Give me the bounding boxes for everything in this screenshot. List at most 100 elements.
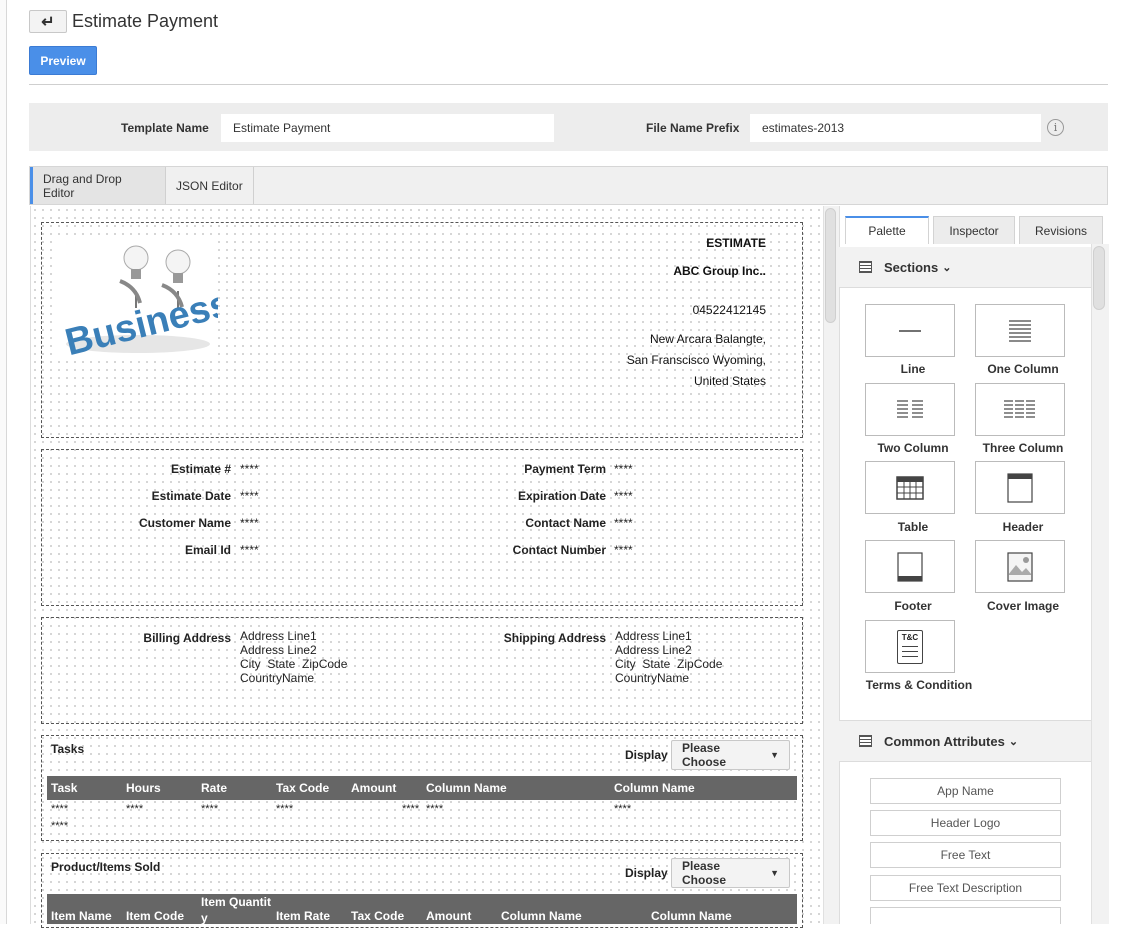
chevron-down-icon: ⌄ <box>1008 735 1019 748</box>
field-label: Email Id <box>184 543 231 557</box>
palette-scrollbar-thumb[interactable] <box>1093 246 1105 310</box>
tile-label: Terms & Condition <box>865 678 973 692</box>
preview-button[interactable]: Preview <box>29 46 97 75</box>
display-label: Display <box>625 866 668 880</box>
info-icon[interactable]: i <box>1047 119 1064 136</box>
table-cell: **** <box>426 803 444 815</box>
three-column-icon <box>1004 399 1035 418</box>
editor-scrollbar-thumb[interactable] <box>825 208 836 323</box>
table-cell: **** <box>276 803 294 815</box>
two-column-tile[interactable] <box>865 383 955 436</box>
sections-icon <box>859 261 872 273</box>
common-attributes-icon <box>859 735 872 747</box>
attribute-free-text-description[interactable]: Free Text Description <box>870 875 1061 901</box>
cover-image-icon <box>1007 551 1033 582</box>
table-cell: **** <box>126 803 144 815</box>
shipping-address: Address Line1 Address Line2 City State Zip… <box>615 629 723 685</box>
attribute-more[interactable] <box>870 907 1061 924</box>
tab-json-editor[interactable]: JSON Editor <box>166 167 254 204</box>
footer-icon <box>897 551 923 582</box>
field-value: **** <box>240 543 259 557</box>
palette-scrollbar[interactable] <box>1091 244 1109 924</box>
terms-condition-tile[interactable]: T&C <box>865 620 955 673</box>
two-column-icon <box>897 399 923 418</box>
caret-down-icon: ▼ <box>770 868 779 878</box>
field-value: **** <box>240 462 259 476</box>
header-tile[interactable] <box>975 461 1065 514</box>
tile-label: Header <box>1002 520 1044 534</box>
tab-drag-drop-editor[interactable]: Drag and Drop Editor <box>30 167 166 204</box>
common-attributes-header[interactable]: Common Attributes ⌄ <box>839 720 1091 762</box>
template-name-input[interactable]: Estimate Payment <box>221 114 554 142</box>
column-header: Column Name <box>614 781 695 795</box>
column-header: Column Name <box>426 781 507 795</box>
tab-inspector[interactable]: Inspector <box>933 216 1015 244</box>
footer-tile[interactable] <box>865 540 955 593</box>
arrow-left-icon: ↵ <box>41 13 55 31</box>
field-value: **** <box>614 543 633 557</box>
estimate-heading: ESTIMATE <box>706 236 766 250</box>
column-header: Item Code <box>126 909 185 923</box>
company-address-line-1: New Arcara Balangte, <box>649 332 766 346</box>
company-address-line-2: San Franscisco Wyoming, <box>626 353 766 367</box>
caret-down-icon: ▼ <box>770 750 779 760</box>
tile-label: Cover Image <box>986 599 1060 613</box>
column-header: Item Rate <box>276 909 331 923</box>
table-cell: **** <box>51 803 69 815</box>
table-cell: **** <box>51 820 69 832</box>
billing-address-label: Billing Address <box>143 631 231 645</box>
field-value: **** <box>240 516 259 530</box>
column-header: Task <box>51 781 78 795</box>
attribute-header-logo[interactable]: Header Logo <box>870 810 1061 836</box>
back-button[interactable]: ↵ <box>29 10 67 33</box>
business-logo-image: Business <box>58 236 218 361</box>
line-icon <box>899 329 921 332</box>
column-header: Column Name <box>651 909 732 923</box>
column-header: Tax Code <box>351 909 405 923</box>
company-phone: 04522412145 <box>692 303 766 317</box>
field-label: Customer Name <box>138 516 231 530</box>
file-prefix-input[interactable]: estimates-2013 <box>750 114 1041 142</box>
left-sidebar-edge <box>0 0 7 924</box>
column-header: Hours <box>126 781 161 795</box>
company-address-line-3: United States <box>693 374 766 388</box>
field-label: Estimate # <box>170 462 231 476</box>
field-value: **** <box>614 462 633 476</box>
company-name: ABC Group Inc.. <box>673 264 766 278</box>
tab-revisions[interactable]: Revisions <box>1019 216 1103 244</box>
tasks-display-dropdown[interactable]: Please Choose ▼ <box>671 740 790 770</box>
tab-palette[interactable]: Palette <box>845 216 929 244</box>
one-column-tile[interactable] <box>975 304 1065 357</box>
field-label: Expiration Date <box>517 489 606 503</box>
template-name-label: Template Name <box>121 121 209 135</box>
divider <box>29 84 1108 85</box>
field-label: Contact Number <box>512 543 606 557</box>
field-value: **** <box>614 516 633 530</box>
shipping-address-label: Shipping Address <box>503 631 606 645</box>
column-header: Column Name <box>501 909 582 923</box>
table-tile[interactable] <box>865 461 955 514</box>
display-label: Display <box>625 748 668 762</box>
tasks-title: Tasks <box>51 742 85 756</box>
column-header: Item Quantit y <box>201 895 272 924</box>
page-title: Estimate Payment <box>72 11 219 31</box>
column-header: Tax Code <box>276 781 330 795</box>
sections-header[interactable]: Sections ⌄ <box>839 247 1091 288</box>
table-cell: **** <box>402 803 420 815</box>
billing-address: Address Line1 Address Line2 City State Zip… <box>240 629 348 685</box>
table-icon <box>896 475 924 500</box>
three-column-tile[interactable] <box>975 383 1065 436</box>
attribute-free-text[interactable]: Free Text <box>870 842 1061 868</box>
column-header: Amount <box>426 909 472 923</box>
field-label: Contact Name <box>525 516 606 530</box>
products-table-header: Item Name Item Code Item Quantit y Item … <box>47 894 797 924</box>
cover-image-tile[interactable] <box>975 540 1065 593</box>
tile-label: Two Column <box>877 441 949 455</box>
products-display-dropdown[interactable]: Please Choose ▼ <box>671 858 790 888</box>
tile-label: Line <box>900 362 926 376</box>
table-cell: **** <box>201 803 219 815</box>
tile-label: One Column <box>987 362 1059 376</box>
column-header: Rate <box>201 781 228 795</box>
attribute-app-name[interactable]: App Name <box>870 778 1061 804</box>
line-tile[interactable] <box>865 304 955 357</box>
